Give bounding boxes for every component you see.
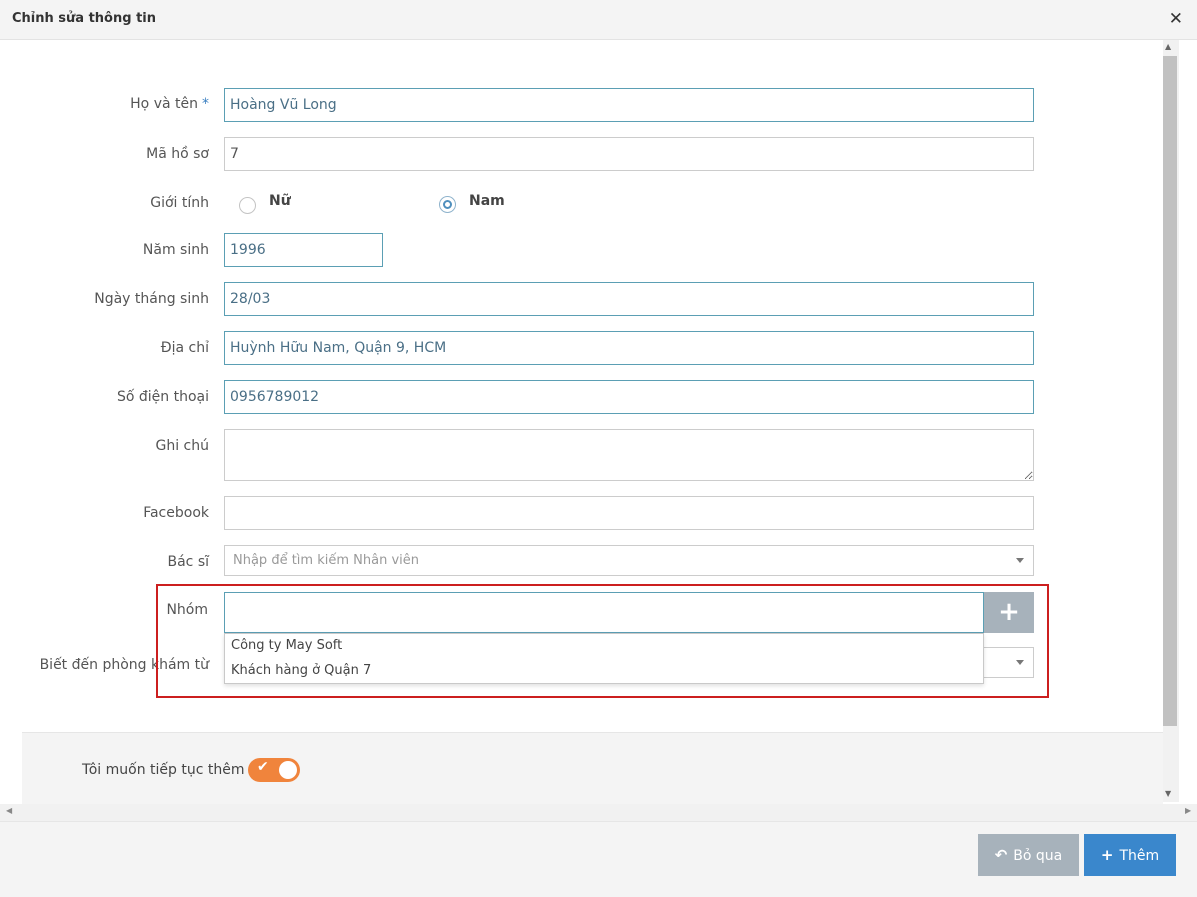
continue-add-label: Tôi muốn tiếp tục thêm — [82, 762, 245, 778]
continue-add-toggle[interactable]: ✔ — [248, 758, 300, 782]
gender-female-radio[interactable] — [239, 197, 256, 214]
doctor-label: Bác sĩ — [167, 554, 209, 570]
note-textarea[interactable] — [224, 429, 1034, 481]
vertical-scrollbar-thumb[interactable] — [1163, 56, 1177, 726]
skip-button[interactable]: ↶ Bỏ qua — [978, 834, 1079, 876]
horizontal-scrollbar[interactable] — [0, 804, 1197, 821]
chevron-down-icon — [1016, 558, 1024, 563]
gender-male-label: Nam — [469, 193, 505, 209]
birth-date-label: Ngày tháng sinh — [94, 291, 209, 307]
required-mark: * — [202, 96, 209, 112]
add-button-label: Thêm — [1119, 848, 1160, 864]
birth-year-input[interactable] — [224, 233, 383, 267]
address-label: Địa chỉ — [160, 340, 209, 356]
close-icon[interactable]: ✕ — [1169, 9, 1183, 29]
doctor-select[interactable]: Nhập để tìm kiếm Nhân viên — [224, 545, 1034, 576]
phone-label: Số điện thoại — [116, 389, 209, 405]
full-name-label: Họ và tên * — [130, 96, 209, 112]
phone-input[interactable] — [224, 380, 1034, 414]
scroll-left-icon[interactable]: ◀ — [6, 806, 12, 815]
highlight-box — [156, 584, 1049, 698]
record-code-input[interactable] — [224, 137, 1034, 171]
undo-icon: ↶ — [994, 846, 1008, 864]
scroll-right-icon[interactable]: ▶ — [1185, 806, 1191, 815]
check-icon: ✔ — [257, 759, 269, 775]
gender-male-radio[interactable] — [439, 196, 456, 213]
record-code-label: Mã hồ sơ — [146, 146, 209, 162]
birth-year-label: Năm sinh — [142, 242, 209, 258]
full-name-input[interactable] — [224, 88, 1034, 122]
address-input[interactable] — [224, 331, 1034, 365]
facebook-label: Facebook — [143, 505, 209, 521]
toggle-knob — [279, 761, 297, 779]
scroll-up-icon[interactable]: ▲ — [1165, 42, 1171, 51]
dialog-header: Chỉnh sửa thông tin ✕ — [0, 0, 1197, 40]
note-label: Ghi chú — [155, 438, 209, 454]
add-button[interactable]: + Thêm — [1084, 834, 1176, 876]
scroll-down-icon[interactable]: ▼ — [1165, 789, 1171, 798]
doctor-select-placeholder: Nhập để tìm kiếm Nhân viên — [233, 553, 419, 568]
gender-label: Giới tính — [150, 195, 209, 211]
dialog-title: Chỉnh sửa thông tin — [12, 11, 156, 26]
plus-icon: + — [1100, 846, 1114, 864]
facebook-input[interactable] — [224, 496, 1034, 530]
skip-button-label: Bỏ qua — [1013, 848, 1063, 864]
gender-female-label: Nữ — [269, 193, 291, 209]
birth-date-input[interactable] — [224, 282, 1034, 316]
